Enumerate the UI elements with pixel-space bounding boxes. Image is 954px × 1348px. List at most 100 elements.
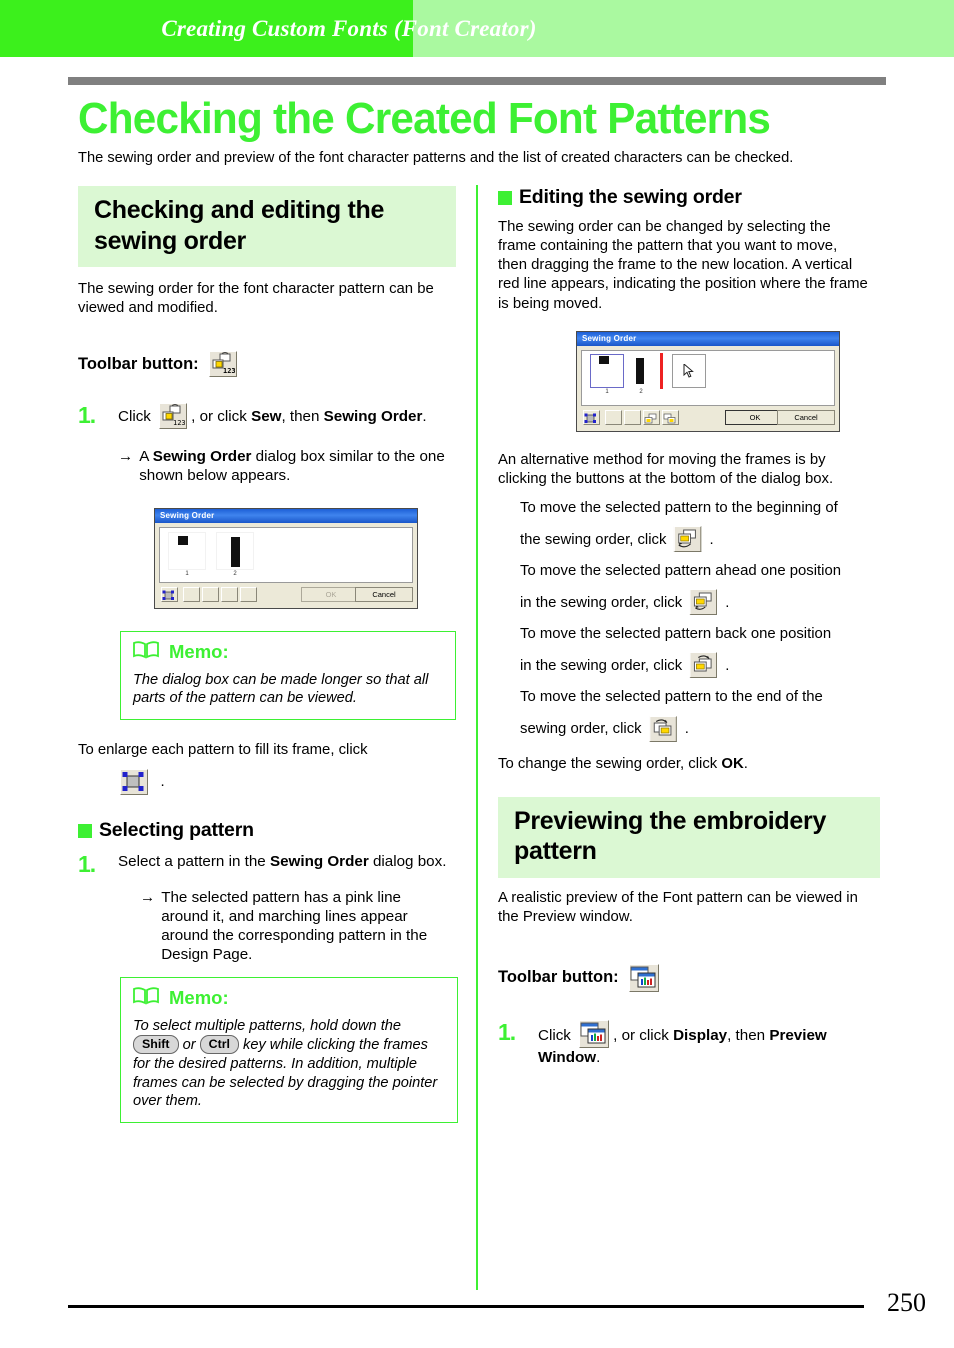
move-to-end-instruction: To move the selected pattern to the end … [520, 687, 869, 742]
change-sewing-order-text: To change the sewing order, click OK. [498, 754, 872, 773]
memo-text-b: key while clicking the frames for the de… [133, 1037, 438, 1110]
dialog-ok-button[interactable]: OK [725, 409, 785, 425]
dialog-button-bar: OK Cancel [581, 408, 835, 428]
move-icon-row: in the sewing order, click . [520, 652, 869, 679]
step-number: 1. [78, 851, 96, 878]
dialog-pattern-canvas: 1 2 [581, 349, 835, 406]
move-back-icon[interactable] [689, 652, 718, 679]
pattern-frame-2-label: 2 [639, 388, 643, 395]
toolbar-button-row-sewing-order: Toolbar button: 123 [78, 351, 458, 378]
change-order-text-b: . [743, 754, 748, 772]
ok-bold: OK [721, 754, 744, 772]
move-to-beginning-icon[interactable] [605, 409, 622, 425]
step-text-b: , then [727, 1026, 770, 1044]
column-divider [476, 185, 478, 1290]
pattern-frame-1-selected[interactable] [590, 353, 624, 388]
arrow-note-text: A Sewing Order dialog box similar to the… [139, 447, 458, 485]
move-text-a: To move the selected pattern ahead one p… [520, 562, 842, 580]
arrow-glyph: → [118, 448, 134, 466]
select-text-b: dialog box. [368, 853, 447, 871]
sub-heading-selecting-pattern: Selecting pattern [78, 819, 458, 842]
select-text-a: Select a pattern in the [118, 853, 270, 871]
memo-or: or [182, 1037, 196, 1054]
move-text-a: To move the selected pattern back one po… [520, 625, 832, 643]
memo-text-a: To select multiple patterns, hold down t… [133, 1017, 401, 1034]
key-shift: Shift [133, 1035, 179, 1055]
step-click-word: Click [538, 1026, 571, 1044]
enlarge-pattern-icon-row: . [120, 769, 458, 796]
move-period: . [725, 656, 730, 674]
zoom-to-fit-icon[interactable] [120, 769, 148, 796]
sub-heading-editing-sewing-order: Editing the sewing order [498, 186, 880, 209]
move-to-end-icon[interactable] [240, 586, 257, 602]
memo-box-multiple-selection: Memo: To select multiple patterns, hold … [120, 976, 458, 1123]
alternative-method-text: An alternative method for moving the fra… [498, 450, 834, 487]
move-text-a: To move the selected pattern to the begi… [520, 498, 838, 516]
move-ahead-icon[interactable] [202, 586, 219, 602]
move-period: . [725, 593, 730, 611]
pattern-frame-1[interactable] [168, 531, 206, 570]
step-1-select-pattern: 1. Select a pattern in the Sewing Order … [78, 852, 458, 876]
memo-header: Memo: [133, 640, 443, 665]
page-intro-text: The sewing order and preview of the font… [78, 149, 794, 166]
arrow-glyph: → [140, 889, 156, 907]
dialog-titlebar: Sewing Order [155, 508, 417, 523]
move-text-a: To move the selected pattern to the end … [520, 688, 823, 706]
sewing-order-icon[interactable]: 123 [208, 351, 237, 378]
move-ahead-instruction: To move the selected pattern ahead one p… [520, 561, 869, 616]
page-title: Checking the Created Font Patterns [78, 94, 771, 143]
move-back-instruction: To move the selected pattern back one po… [520, 624, 869, 679]
svg-text:123: 123 [173, 419, 185, 427]
menu-sewing-order: Sewing Order [323, 408, 423, 426]
pattern-frame-2-glyph[interactable] [636, 357, 644, 384]
dialog-name-bold: Sewing Order [269, 853, 369, 871]
move-period: . [709, 530, 714, 548]
toolbar-button-label: Toolbar button: [498, 968, 619, 987]
memo-title: Memo: [169, 641, 229, 663]
move-text-b: in the sewing order, click [520, 593, 683, 611]
move-to-end-icon[interactable] [662, 409, 679, 425]
pattern-frame-1-label: 1 [185, 570, 189, 577]
move-ahead-icon[interactable] [689, 589, 718, 616]
step-text-b: , then [281, 408, 324, 426]
arrow-text-a: A [139, 448, 153, 466]
step-text: Select a pattern in the Sewing Order dia… [118, 852, 458, 871]
left-column: Checking and editing the sewing order Th… [78, 186, 458, 1123]
step-number: 1. [498, 1018, 516, 1045]
zoom-to-fit-icon[interactable] [161, 586, 178, 602]
enlarge-period: . [160, 773, 165, 791]
move-back-icon[interactable] [643, 409, 660, 425]
pattern-frame-drop-target[interactable] [672, 353, 706, 388]
step-text-c: . [422, 408, 427, 426]
step-1-click-preview-window: 1. Click , or click Display, then Previe… [498, 1018, 880, 1067]
move-ahead-icon[interactable] [624, 409, 641, 425]
step-text: Click 123 , or click Sew, then Sewing Or… [118, 403, 458, 430]
sub-heading-label: Selecting pattern [99, 819, 254, 842]
memo-body: The dialog box can be made longer so tha… [133, 671, 429, 707]
move-to-beginning-icon[interactable] [183, 586, 200, 602]
zoom-to-fit-icon[interactable] [583, 409, 600, 425]
dialog-pattern-canvas: 1 2 [159, 526, 413, 583]
arrow-note-text: The selected pattern has a pink line aro… [161, 889, 428, 964]
preview-intro-text: A realistic preview of the Font pattern … [498, 888, 858, 925]
move-to-beginning-instruction: To move the selected pattern to the begi… [520, 498, 869, 553]
move-to-beginning-icon[interactable] [674, 526, 702, 553]
footer-rule [68, 1305, 886, 1308]
dialog-titlebar: Sewing Order [577, 331, 839, 346]
enlarge-pattern-text: To enlarge each pattern to fill its fram… [78, 740, 368, 758]
toolbar-button-row-preview: Toolbar button: [498, 963, 880, 992]
dialog-cancel-button[interactable]: Cancel [355, 586, 413, 602]
sewing-order-icon[interactable]: 123 [159, 403, 188, 430]
arrow-note-dialog-appears: → A Sewing Order dialog box similar to t… [118, 447, 458, 485]
move-icon-row: the sewing order, click . [520, 526, 869, 553]
move-to-end-icon[interactable] [649, 715, 677, 742]
move-back-icon[interactable] [221, 586, 238, 602]
dialog-ok-button[interactable]: OK [301, 586, 361, 602]
drop-position-marker [660, 352, 663, 389]
preview-window-icon[interactable] [579, 1019, 610, 1048]
pattern-frame-2[interactable] [216, 531, 254, 570]
move-text-b: in the sewing order, click [520, 656, 683, 674]
menu-sew: Sew [251, 408, 282, 426]
preview-window-icon[interactable] [628, 963, 659, 992]
dialog-cancel-button[interactable]: Cancel [777, 409, 835, 425]
